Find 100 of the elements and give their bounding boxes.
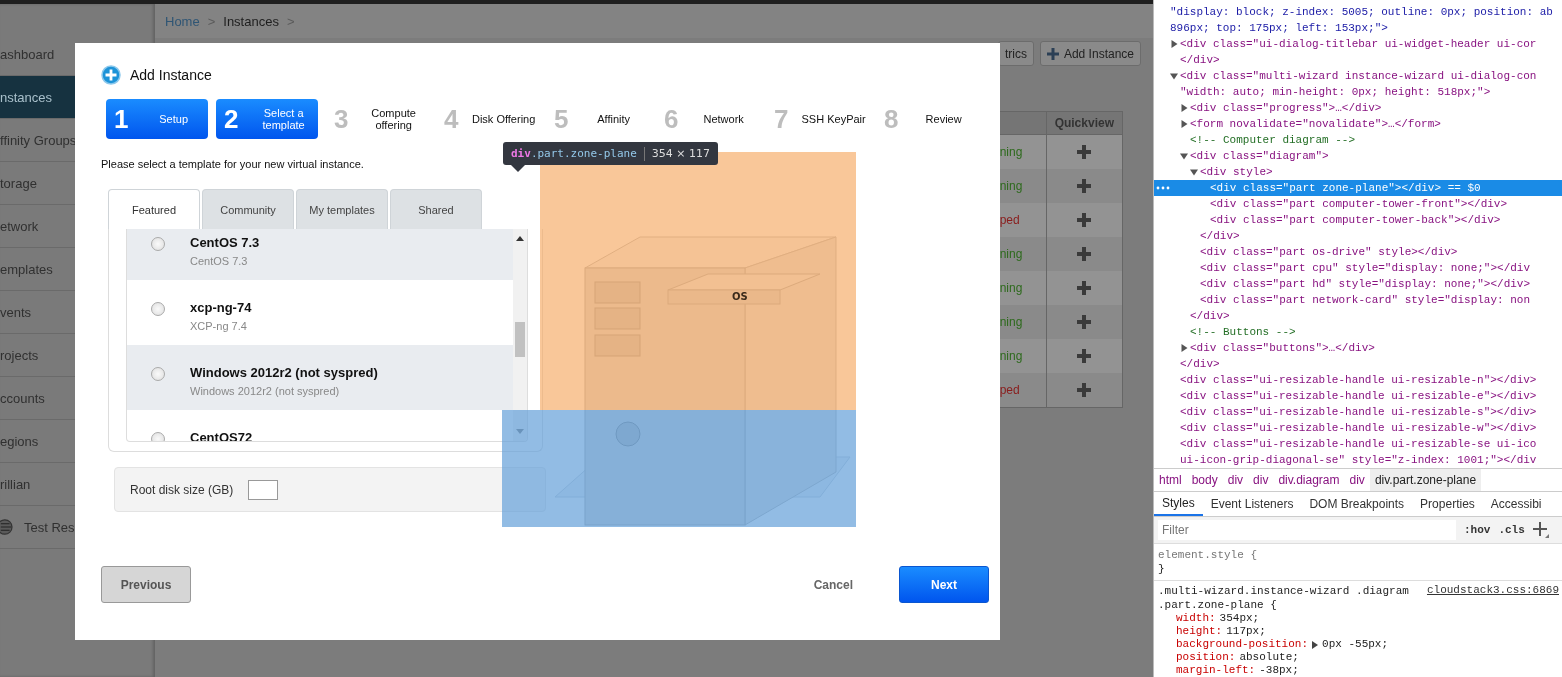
radio-button[interactable] [151,237,165,251]
dom-node-text[interactable]: "width: auto; min-height: 0px; height: 518px;"> [1180,86,1491,98]
css-selector: element.style { [1158,548,1259,562]
css-value[interactable]: absolute; [1239,651,1299,664]
dom-node-text[interactable]: <div class="buttons">…</div> [1190,342,1375,354]
cancel-button[interactable]: Cancel [807,576,859,593]
new-rule-icon[interactable] [1532,522,1549,539]
dom-node-text[interactable]: <div class="ui-resizable-handle ui-resizable-se ui-ico [1180,438,1537,450]
dom-node-text[interactable]: </div> [1200,230,1240,242]
dom-node-text[interactable]: <div class="part os-drive" style></div> [1200,246,1458,258]
template-tab[interactable]: Featured [108,189,200,229]
step-label: Affinity [596,113,632,125]
root-disk-input[interactable] [248,479,279,500]
template-description: CentOS 7.3 [190,255,249,267]
css-value[interactable]: 0px -55px; [1322,638,1389,651]
dom-breadcrumb[interactable]: div.part.zone-plane [1369,469,1482,492]
scroll-up-icon[interactable] [516,236,524,241]
expand-triangle-icon[interactable] [1180,344,1188,352]
filter-toggle[interactable]: :hov [1464,524,1491,537]
expand-triangle-icon[interactable] [1180,120,1188,128]
status-text: ning [999,145,1023,159]
dom-node-text[interactable]: </div> [1180,358,1220,370]
filter-field[interactable]: Filter [1158,520,1456,541]
panel-tab[interactable]: Event Listeners [1202,492,1302,517]
dom-node-text[interactable]: <div class="ui-resizable-handle ui-resizable-w"></div> [1180,422,1537,434]
step-label: Setup [158,113,189,125]
css-value[interactable]: 117px; [1226,625,1266,638]
dom-node-text[interactable]: <!-- Computer diagram --> [1190,134,1356,146]
dom-node-text[interactable]: <div class="progress">…</div> [1190,102,1382,114]
dom-breadcrumb[interactable]: div [1222,469,1249,492]
template-tab[interactable]: Community [202,189,294,229]
source-link[interactable]: cloudstack3.css:6869 [1426,584,1559,612]
css-value[interactable]: 354px; [1219,612,1260,625]
dom-node-text[interactable]: <div class="ui-resizable-handle ui-resizable-n"></div> [1180,374,1537,386]
dom-node-text[interactable]: <div class="ui-resizable-handle ui-resizable-s"></div> [1180,406,1537,418]
quickview-plus-icon[interactable] [1077,179,1092,194]
template-tab[interactable]: My templates [296,189,388,229]
dom-node-text[interactable]: <div class="part hd" style="display: none;"></div> [1200,278,1531,290]
dom-node-text[interactable]: <div class="multi-wizard instance-wizard ui-dialog-con [1180,70,1537,82]
expand-triangle-icon[interactable] [1180,104,1188,112]
previous-button[interactable]: Previous [101,566,191,603]
panel-tab[interactable]: Accessibi [1482,492,1550,517]
breadcrumb-separator: > [286,13,295,29]
add-instance-button[interactable]: Add Instance [1039,41,1141,66]
dom-node-text[interactable]: <!-- Buttons --> [1190,326,1296,338]
next-button[interactable]: Next [899,566,989,603]
dom-breadcrumb[interactable]: div [1248,469,1274,492]
panel-tab[interactable]: DOM Breakpoints [1301,492,1413,517]
quickview-plus-icon[interactable] [1077,349,1092,364]
css-property[interactable]: background-position: [1176,638,1309,651]
element-size: 354 × 117 [651,147,711,160]
expand-triangle-icon[interactable] [1170,40,1178,48]
more-icon[interactable] [1156,186,1170,190]
css-selector: .part.zone-plane { [1158,598,1278,612]
css-property[interactable]: height: [1176,625,1223,638]
dom-breadcrumb[interactable]: body [1186,469,1223,492]
dom-node-text[interactable]: <div style> [1200,166,1273,178]
dom-breadcrumb[interactable]: div.diagram [1273,469,1345,492]
css-value[interactable]: -38px; [1259,664,1299,677]
quickview-plus-icon[interactable] [1077,383,1092,398]
dom-breadcrumb[interactable]: html [1154,469,1187,492]
add-circle-icon [101,65,121,85]
step-label: Network [702,113,745,125]
dom-node-text[interactable]: <div class="ui-resizable-handle ui-resizable-e"></div> [1180,390,1537,402]
dom-node-text[interactable]: <form novalidate="novalidate">…</form> [1190,118,1441,130]
radio-button[interactable] [151,302,165,316]
collapse-triangle-icon[interactable] [1180,152,1188,160]
dom-node-text[interactable]: <div class="part computer-tower-back"></div> [1210,214,1501,226]
root-disk-label: Root disk size (GB) [130,482,234,497]
css-property[interactable]: position: [1176,651,1236,664]
dom-node-text[interactable]: <div class="part computer-tower-front"></div> [1210,198,1508,210]
css-property[interactable]: margin-left: [1176,664,1256,677]
quickview-plus-icon[interactable] [1077,213,1092,228]
quickview-plus-icon[interactable] [1077,315,1092,330]
filter-toggle[interactable]: .cls [1498,524,1525,537]
dom-node-text[interactable]: <div class="diagram"> [1190,150,1329,162]
scrollbar-thumb[interactable] [515,322,525,357]
breadcrumb-separator: > [207,13,216,29]
dom-node-text[interactable]: "display: block; z-index: 5005; outline: 0px; position: ab [1170,6,1553,18]
template-tab[interactable]: Shared [390,189,482,229]
quickview-plus-icon[interactable] [1077,281,1092,296]
css-property[interactable]: width: [1176,612,1216,625]
collapse-triangle-icon[interactable] [1170,72,1178,80]
dom-node-text[interactable]: </div> [1190,310,1230,322]
panel-tab[interactable]: Properties [1412,492,1483,517]
dom-node-text[interactable]: <div class="ui-dialog-titlebar ui-widget-header ui-cor [1180,38,1537,50]
dom-node-text[interactable]: </div> [1180,54,1220,66]
dom-node-text[interactable]: 896px; top: 175px; left: 153px;"> [1170,22,1388,34]
expand-triangle-icon[interactable] [1312,640,1319,649]
template-name: Windows 2012r2 (not syspred) [190,365,378,380]
status-text: ning [999,315,1023,329]
quickview-plus-icon[interactable] [1077,145,1092,160]
collapse-triangle-icon[interactable] [1190,168,1198,176]
dom-breadcrumb[interactable]: div [1344,469,1370,492]
quickview-plus-icon[interactable] [1077,247,1092,262]
status-text: ped [999,383,1020,397]
dom-node-text[interactable]: <div class="part cpu" style="display: none;"></div [1200,262,1531,274]
dom-node-text[interactable]: <div class="part network-card" style="display: non [1200,294,1531,306]
dom-node-text[interactable]: ui-icon-grip-diagonal-se" style="z-index: 1001;"></div [1180,454,1537,466]
radio-button[interactable] [151,367,165,381]
